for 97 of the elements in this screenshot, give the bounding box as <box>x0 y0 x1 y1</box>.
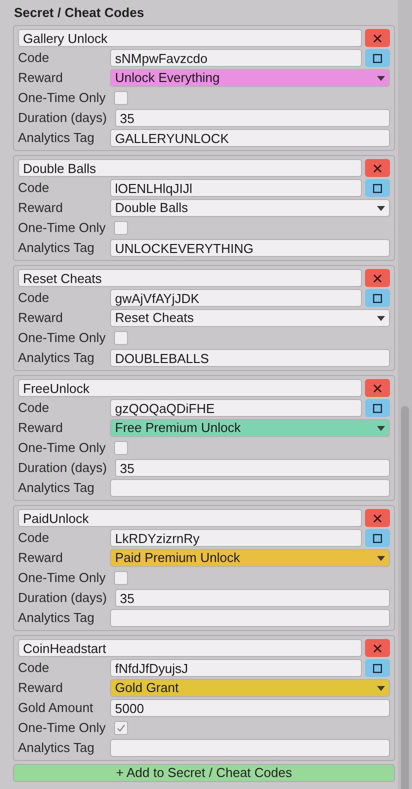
text-field[interactable] <box>110 609 390 627</box>
name-field[interactable]: Gallery Unlock <box>18 29 362 47</box>
field-label: One-Time Only <box>18 439 107 457</box>
close-icon <box>373 384 382 392</box>
text-field[interactable]: 5000 <box>110 699 390 717</box>
delete-button[interactable] <box>365 379 390 397</box>
field-label: Reward <box>18 199 64 217</box>
reward-dropdown[interactable]: Free Premium Unlock <box>110 419 390 437</box>
scrollbar-thumb[interactable] <box>401 406 409 789</box>
delete-button[interactable] <box>365 509 390 527</box>
field-label: Code <box>18 659 50 677</box>
caret-icon <box>377 686 385 690</box>
field-label: Reward <box>18 69 64 87</box>
close-icon <box>373 164 382 172</box>
caret-icon <box>377 316 385 320</box>
text-field[interactable]: 35 <box>114 109 390 127</box>
field-label: Duration (days) <box>18 109 108 127</box>
square-icon <box>373 534 382 542</box>
code-field[interactable]: LkRDYzizrnRy <box>110 529 362 547</box>
field-label: Analytics Tag <box>18 349 96 367</box>
field-label: Code <box>18 399 50 417</box>
name-field[interactable]: Double Balls <box>18 159 362 177</box>
delete-button[interactable] <box>365 29 390 47</box>
close-icon <box>373 34 382 42</box>
text-field[interactable]: GALLERYUNLOCK <box>110 129 390 147</box>
delete-button[interactable] <box>365 639 390 657</box>
field-label: Analytics Tag <box>18 129 96 147</box>
field-label: Reward <box>18 679 64 697</box>
name-field[interactable]: PaidUnlock <box>18 509 362 527</box>
field-label: Reward <box>18 549 64 567</box>
checkbox[interactable] <box>114 91 128 105</box>
field-label: Reward <box>18 419 64 437</box>
field-label: Analytics Tag <box>18 239 96 257</box>
field-label: Analytics Tag <box>18 479 96 497</box>
code-field[interactable]: lOENLHlqJIJl <box>110 179 362 197</box>
field-label: One-Time Only <box>18 719 107 737</box>
field-label: Analytics Tag <box>18 739 96 757</box>
field-label: Duration (days) <box>18 589 108 607</box>
field-label: Analytics Tag <box>18 609 96 627</box>
section-title: Secret / Cheat Codes <box>13 4 146 22</box>
close-icon <box>373 514 382 522</box>
copy-button[interactable] <box>365 289 390 307</box>
delete-button[interactable] <box>365 159 390 177</box>
copy-button[interactable] <box>365 399 390 417</box>
close-icon <box>373 644 382 652</box>
scrollbar[interactable] <box>398 0 412 789</box>
field-label: Duration (days) <box>18 459 108 477</box>
field-label: Code <box>18 49 50 67</box>
copy-button[interactable] <box>365 659 390 677</box>
code-field[interactable]: fNfdJfDyujsJ <box>110 659 362 677</box>
square-icon <box>373 184 382 192</box>
field-label: One-Time Only <box>18 329 107 347</box>
checkbox[interactable] <box>114 331 128 345</box>
delete-button[interactable] <box>365 269 390 287</box>
reward-dropdown[interactable]: Double Balls <box>110 199 390 217</box>
reward-dropdown[interactable]: Reset Cheats <box>110 309 390 327</box>
code-field[interactable]: gzQOQaQDiFHE <box>110 399 362 417</box>
copy-button[interactable] <box>365 49 390 67</box>
square-icon <box>373 404 382 412</box>
text-field[interactable]: UNLOCKEVERYTHING <box>110 239 390 257</box>
reward-dropdown[interactable]: Unlock Everything <box>110 69 390 87</box>
code-field[interactable]: gwAjVfAYjJDK <box>110 289 362 307</box>
field-label: One-Time Only <box>18 569 107 587</box>
text-field[interactable]: DOUBLEBALLS <box>110 349 390 367</box>
copy-button[interactable] <box>365 179 390 197</box>
square-icon <box>373 294 382 302</box>
caret-icon <box>377 206 385 210</box>
field-label: Reward <box>18 309 64 327</box>
field-label: Gold Amount <box>18 699 94 717</box>
checkbox[interactable] <box>114 571 128 585</box>
caret-icon <box>377 426 385 430</box>
add-button[interactable]: + Add to Secret / Cheat Codes <box>13 764 395 782</box>
reward-dropdown[interactable]: Gold Grant <box>110 679 390 697</box>
square-icon <box>373 664 382 672</box>
field-label: Code <box>18 289 50 307</box>
name-field[interactable]: Reset Cheats <box>18 269 362 287</box>
name-field[interactable]: FreeUnlock <box>18 379 362 397</box>
copy-button[interactable] <box>365 529 390 547</box>
square-icon <box>373 54 382 62</box>
name-field[interactable]: CoinHeadstart <box>18 639 362 657</box>
text-field[interactable] <box>110 739 390 757</box>
text-field[interactable]: 35 <box>114 589 390 607</box>
checkbox[interactable] <box>114 441 128 455</box>
field-label: One-Time Only <box>18 89 107 107</box>
code-field[interactable]: sNMpwFavzcdo <box>110 49 362 67</box>
close-icon <box>373 274 382 282</box>
caret-icon <box>377 76 385 80</box>
text-field[interactable]: 35 <box>114 459 390 477</box>
checkbox[interactable] <box>114 721 128 735</box>
field-label: Code <box>18 179 50 197</box>
checkbox[interactable] <box>114 221 128 235</box>
text-field[interactable] <box>110 479 390 497</box>
check-icon <box>116 723 126 733</box>
field-label: Code <box>18 529 50 547</box>
field-label: One-Time Only <box>18 219 107 237</box>
caret-icon <box>377 556 385 560</box>
reward-dropdown[interactable]: Paid Premium Unlock <box>110 549 390 567</box>
